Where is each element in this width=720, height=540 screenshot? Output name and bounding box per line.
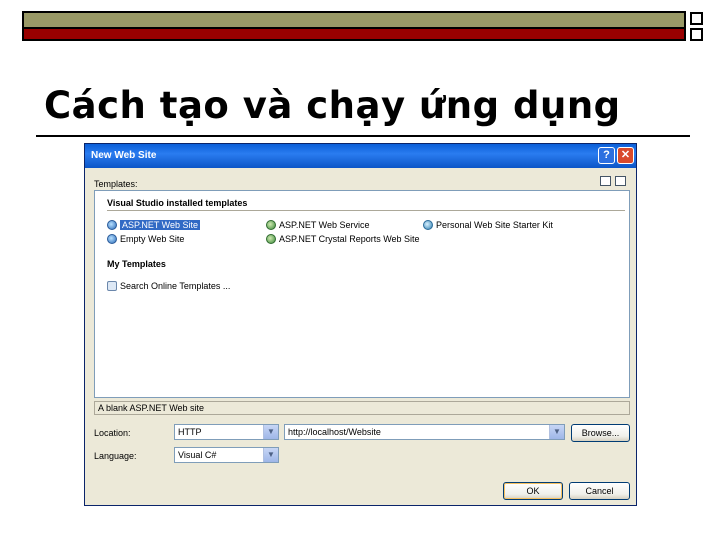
slide-corner-square <box>690 12 703 25</box>
chevron-down-icon[interactable]: ▼ <box>263 448 278 462</box>
language-label: Language: <box>94 451 137 461</box>
slide-header-accent-bar <box>22 29 686 41</box>
large-icons-view-icon[interactable] <box>600 176 611 186</box>
chevron-down-icon[interactable]: ▼ <box>263 425 278 439</box>
location-type-value: HTTP <box>178 427 202 437</box>
slide-title: Cách tạo và chạy ứng dụng <box>44 84 621 127</box>
location-path-input[interactable]: http://localhost/Website ▼ <box>284 424 565 440</box>
description-text: A blank ASP.NET Web site <box>98 403 205 413</box>
language-select[interactable]: Visual C# ▼ <box>174 447 279 463</box>
view-toggle <box>596 176 626 188</box>
template-label: Empty Web Site <box>120 234 185 244</box>
search-templates-icon <box>107 281 117 291</box>
web-service-icon <box>266 234 276 244</box>
location-type-select[interactable]: HTTP ▼ <box>174 424 279 440</box>
installed-templates-heading: Visual Studio installed templates <box>107 198 248 208</box>
section-divider <box>107 210 625 211</box>
chevron-down-icon[interactable]: ▼ <box>549 425 564 439</box>
location-path-value: http://localhost/Website <box>288 427 381 437</box>
web-service-icon <box>266 220 276 230</box>
slide-corner-square <box>690 28 703 41</box>
template-crystal-reports[interactable]: ASP.NET Crystal Reports Web Site <box>266 233 420 245</box>
template-aspnet-web-service[interactable]: ASP.NET Web Service <box>266 219 370 231</box>
dialog-title: New Web Site <box>91 150 157 161</box>
browse-button[interactable]: Browse... <box>571 424 630 442</box>
help-button[interactable]: ? <box>598 147 615 164</box>
ok-button[interactable]: OK <box>503 482 563 500</box>
new-web-site-dialog: New Web Site ? ✕ Templates: Visual Studi… <box>84 143 637 506</box>
cancel-button[interactable]: Cancel <box>569 482 630 500</box>
close-button[interactable]: ✕ <box>617 147 634 164</box>
template-personal-starter-kit[interactable]: Personal Web Site Starter Kit <box>423 219 553 231</box>
template-label: Search Online Templates ... <box>120 281 231 291</box>
template-label: Personal Web Site Starter Kit <box>436 220 553 230</box>
template-aspnet-web-site[interactable]: ASP.NET Web Site <box>107 219 201 231</box>
title-underline <box>36 135 690 137</box>
template-label: ASP.NET Crystal Reports Web Site <box>279 234 420 244</box>
my-templates-heading: My Templates <box>107 259 166 269</box>
template-empty-web-site[interactable]: Empty Web Site <box>107 233 184 245</box>
language-value: Visual C# <box>178 450 217 460</box>
starter-kit-icon <box>423 220 433 230</box>
globe-icon <box>107 234 117 244</box>
globe-icon <box>107 220 117 230</box>
location-label: Location: <box>94 428 131 438</box>
template-search-online[interactable]: Search Online Templates ... <box>107 280 230 292</box>
template-label: ASP.NET Web Site <box>120 220 201 230</box>
templates-label: Templates: <box>94 179 138 189</box>
dialog-titlebar[interactable]: New Web Site ? ✕ <box>85 144 636 168</box>
template-description: A blank ASP.NET Web site <box>94 401 630 415</box>
template-label: ASP.NET Web Service <box>279 220 370 230</box>
templates-list: Visual Studio installed templates ASP.NE… <box>94 190 630 398</box>
slide-header-bar <box>22 11 686 29</box>
list-view-icon[interactable] <box>615 176 626 186</box>
